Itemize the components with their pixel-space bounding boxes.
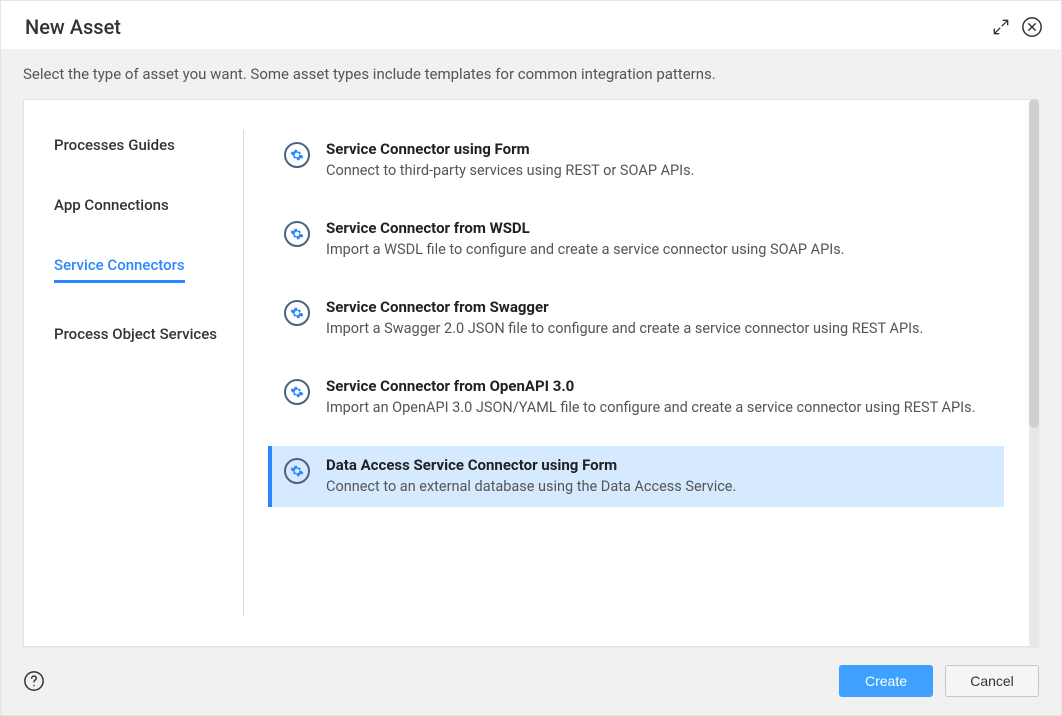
footer-buttons: Create Cancel (839, 665, 1039, 697)
expand-icon[interactable] (991, 17, 1011, 37)
option-service-connector-wsdl[interactable]: Service Connector from WSDL Import a WSD… (268, 209, 1012, 270)
cancel-button[interactable]: Cancel (945, 665, 1039, 697)
gear-icon (284, 379, 310, 405)
sidebar-item-service-connectors[interactable]: Service Connectors (54, 250, 185, 291)
option-title: Service Connector from OpenAPI 3.0 (326, 377, 1000, 395)
gear-icon (284, 221, 310, 247)
option-text: Service Connector from OpenAPI 3.0 Impor… (326, 377, 1000, 416)
options-list: Service Connector using Form Connect to … (244, 130, 1030, 616)
option-text: Service Connector using Form Connect to … (326, 140, 1000, 179)
sidebar-item-process-object[interactable]: Process Object (54, 319, 156, 351)
sidebar-item-guides[interactable]: Guides (128, 130, 175, 162)
create-button[interactable]: Create (839, 665, 933, 697)
sidebar-item-label: Guides (128, 136, 175, 154)
category-sidebar: Processes Guides App Connections Service… (54, 130, 244, 616)
scrollbar-thumb[interactable] (1029, 99, 1039, 428)
option-description: Import a WSDL file to configure and crea… (326, 241, 1000, 258)
option-title: Service Connector from Swagger (326, 298, 1000, 316)
option-title: Service Connector from WSDL (326, 219, 1000, 237)
option-text: Data Access Service Connector using Form… (326, 456, 992, 495)
gear-icon (284, 300, 310, 326)
option-description: Connect to third-party services using RE… (326, 162, 1000, 179)
option-title: Service Connector using Form (326, 140, 1000, 158)
sidebar-item-app-connections[interactable]: App Connections (54, 190, 169, 222)
sidebar-item-label: Process Object (54, 325, 156, 343)
sidebar-item-processes[interactable]: Processes (54, 130, 124, 162)
option-service-connector-openapi[interactable]: Service Connector from OpenAPI 3.0 Impor… (268, 367, 1012, 428)
option-description: Import a Swagger 2.0 JSON file to config… (326, 320, 1000, 337)
panel-scrollbar[interactable] (1029, 99, 1039, 647)
dialog-footer: Create Cancel (23, 647, 1039, 697)
dialog-header-actions (991, 16, 1043, 38)
gear-icon (284, 458, 310, 484)
option-description: Connect to an external database using th… (326, 478, 992, 495)
option-service-connector-swagger[interactable]: Service Connector from Swagger Import a … (268, 288, 1012, 349)
option-text: Service Connector from WSDL Import a WSD… (326, 219, 1000, 258)
dialog-subtitle: Select the type of asset you want. Some … (23, 65, 1039, 83)
dialog-title: New Asset (25, 15, 121, 39)
sidebar-item-label: Services (160, 325, 217, 343)
option-description: Import an OpenAPI 3.0 JSON/YAML file to … (326, 399, 1000, 416)
sidebar-item-label: Service Connectors (54, 256, 185, 274)
sidebar-item-label: Processes (54, 136, 124, 154)
option-title: Data Access Service Connector using Form (326, 456, 992, 474)
gear-icon (284, 142, 310, 168)
option-text: Service Connector from Swagger Import a … (326, 298, 1000, 337)
dialog-body: Select the type of asset you want. Some … (1, 49, 1061, 715)
close-icon[interactable] (1021, 16, 1043, 38)
new-asset-dialog: New Asset Select the type of asset you w… (0, 0, 1062, 716)
help-icon[interactable] (23, 670, 45, 692)
sidebar-item-label: App Connections (54, 196, 169, 214)
sidebar-item-services[interactable]: Services (160, 319, 217, 351)
panel-container: Processes Guides App Connections Service… (23, 99, 1039, 647)
option-service-connector-form[interactable]: Service Connector using Form Connect to … (268, 130, 1012, 191)
selection-panel: Processes Guides App Connections Service… (23, 99, 1039, 647)
dialog-header: New Asset (1, 1, 1061, 49)
option-data-access-service-connector[interactable]: Data Access Service Connector using Form… (268, 446, 1004, 507)
